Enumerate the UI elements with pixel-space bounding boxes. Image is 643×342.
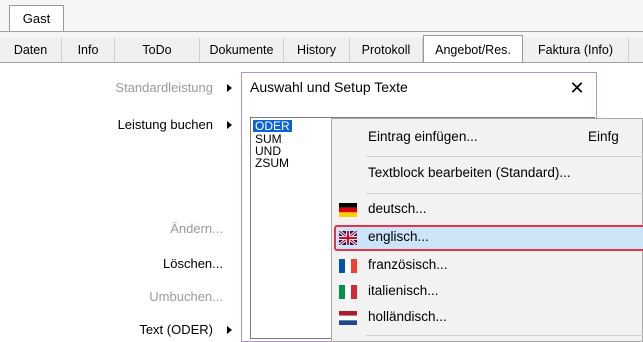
italian-flag-icon [339, 285, 357, 299]
menu-eintrag-einfuegen[interactable]: Eintrag einfügen... [368, 129, 478, 144]
title-strip [0, 0, 643, 38]
menu-englisch[interactable]: englisch... [368, 229, 429, 244]
menu-textblock-bearbeiten[interactable]: Textblock bearbeiten (Standard)... [368, 165, 571, 180]
submenu-arrow-icon [227, 121, 232, 129]
tab-history[interactable]: History [284, 38, 350, 62]
context-menu: Eintrag einfügen... Einfg Textblock bear… [331, 118, 643, 342]
dutch-flag-icon [339, 311, 357, 325]
tab-daten[interactable]: Daten [0, 38, 62, 62]
menu-hollaendisch[interactable]: holländisch... [368, 309, 447, 324]
german-flag-icon [339, 203, 357, 217]
submenu-arrow-icon [227, 326, 232, 334]
tab-faktura-info[interactable]: Faktura (Info) [523, 38, 629, 62]
menu-separator [366, 193, 643, 194]
close-icon[interactable]: ✕ [564, 75, 590, 101]
list-item[interactable]: ZSUM [255, 157, 289, 169]
menu-standardleistung[interactable]: Standardleistung [115, 80, 213, 95]
menu-separator [366, 156, 643, 157]
menu-italienisch[interactable]: italienisch... [368, 283, 439, 298]
menu-text-oder[interactable]: Text (ODER) [139, 322, 213, 337]
menu-umbuchen[interactable]: Umbuchen... [149, 289, 223, 304]
submenu-arrow-icon [227, 84, 232, 92]
shortcut-label: Einfg [588, 129, 619, 144]
menu-loeschen[interactable]: Löschen... [163, 256, 223, 271]
divider [0, 31, 643, 32]
menu-aendern[interactable]: Ändern... [170, 221, 223, 236]
menu-separator [366, 335, 643, 336]
uk-flag-icon [339, 231, 357, 245]
tab-bar: Daten Info ToDo Dokumente History Protok… [0, 35, 643, 63]
menu-item-label: Eintrag einfügen... [368, 129, 478, 144]
tab-dokumente[interactable]: Dokumente [200, 38, 284, 62]
menu-deutsch[interactable]: deutsch... [368, 201, 427, 216]
dialog-title: Auswahl und Setup Texte [250, 79, 408, 95]
menu-franzoesisch[interactable]: französisch... [368, 257, 448, 272]
tab-todo[interactable]: ToDo [115, 38, 200, 62]
tab-info[interactable]: Info [62, 38, 115, 62]
tab-gast[interactable]: Gast [9, 5, 64, 31]
menu-leistung-buchen[interactable]: Leistung buchen [118, 117, 213, 132]
french-flag-icon [339, 259, 357, 273]
tab-angebot-res[interactable]: Angebot/Res. [423, 35, 523, 63]
list-item[interactable]: ODER [253, 120, 292, 132]
tab-protokoll[interactable]: Protokoll [350, 38, 423, 62]
